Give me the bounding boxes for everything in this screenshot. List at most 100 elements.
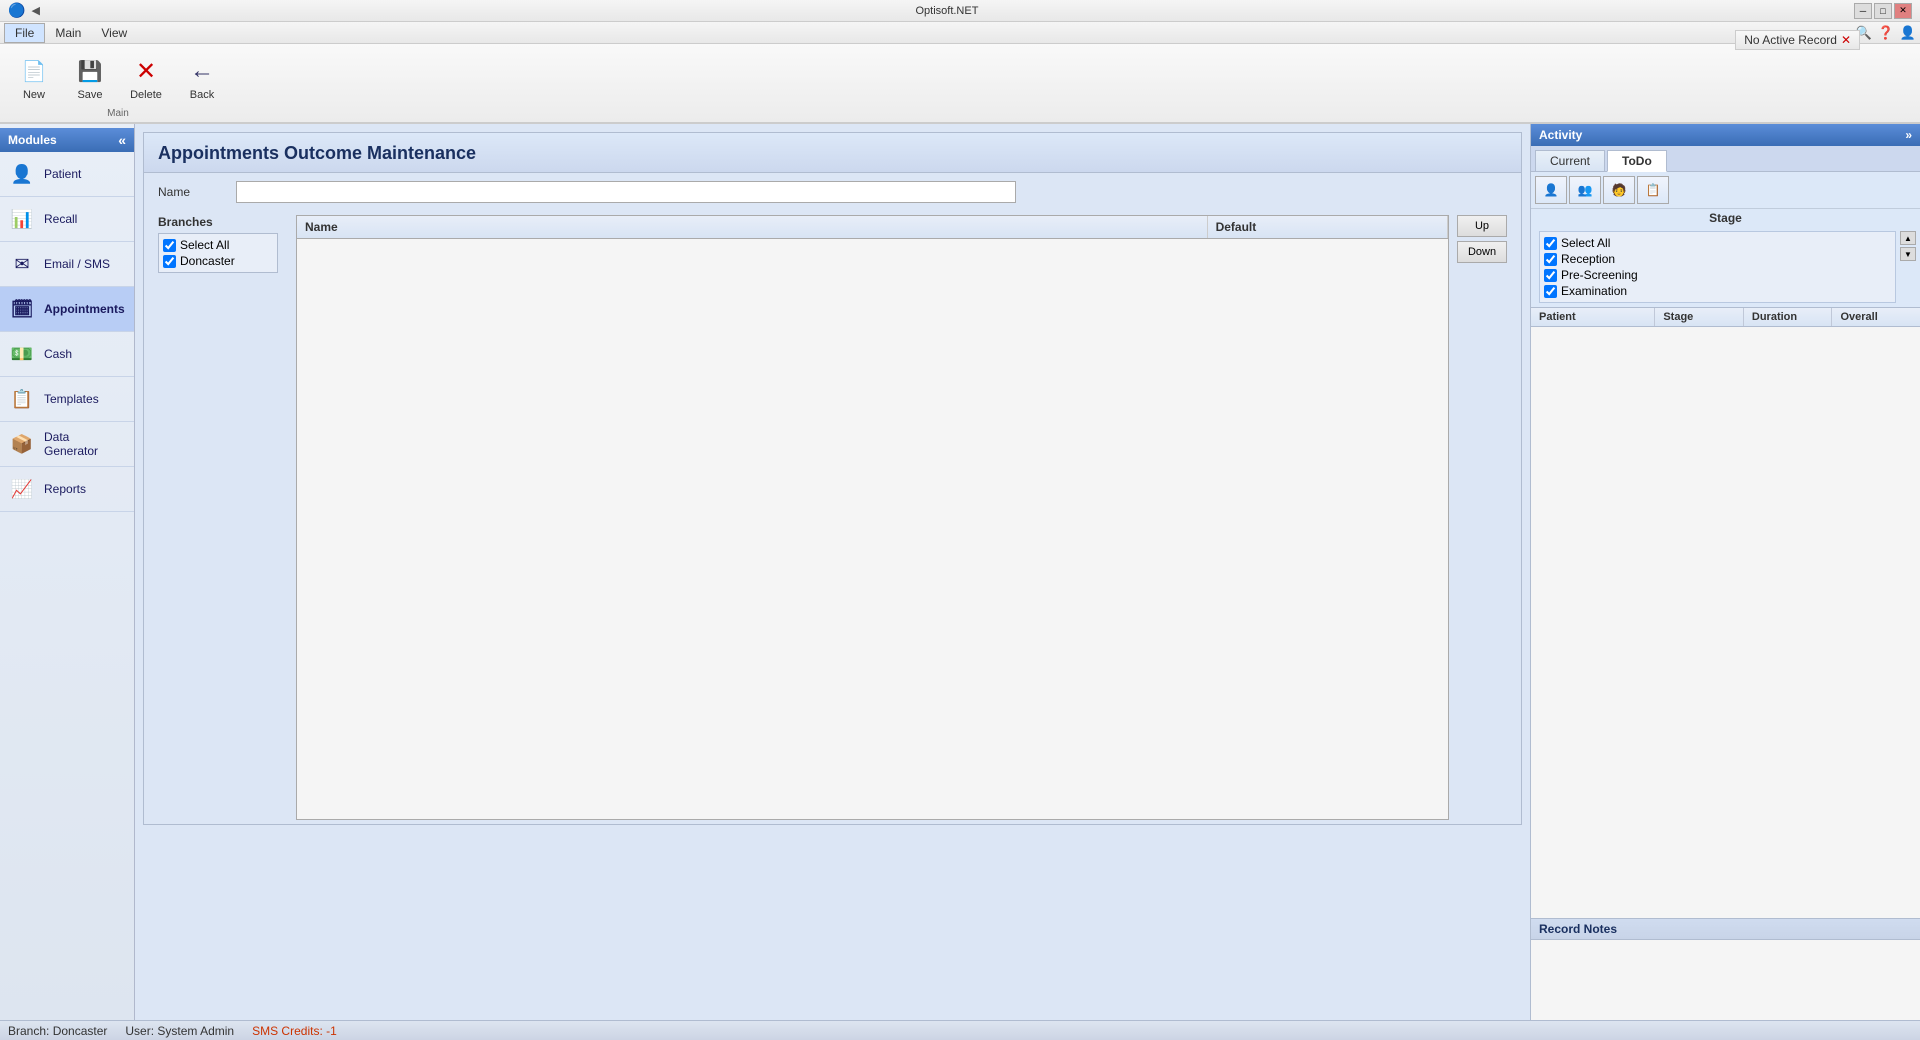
stage-scroll-down[interactable]: ▼ bbox=[1900, 247, 1916, 261]
branch-doncaster-checkbox[interactable] bbox=[163, 255, 176, 268]
main-layout: Modules « 👤 Patient 📊 Recall ✉ Email / S… bbox=[0, 124, 1920, 1020]
email-icon: ✉ bbox=[8, 250, 36, 278]
menu-bar: File Main View 🔍 ❓ 👤 No Active Record ✕ bbox=[0, 22, 1920, 44]
sidebar-item-email-sms[interactable]: ✉ Email / SMS bbox=[0, 242, 134, 287]
branches-section: Branches Select All Doncaster bbox=[158, 215, 288, 820]
sidebar-collapse-icon[interactable]: « bbox=[118, 132, 126, 148]
menu-main[interactable]: Main bbox=[45, 24, 91, 42]
person1-icon: 👤 bbox=[1544, 183, 1559, 197]
activity-person3-button[interactable]: 🧑 bbox=[1603, 176, 1635, 204]
new-button[interactable]: 📄 New bbox=[8, 50, 60, 106]
tab-current[interactable]: Current bbox=[1535, 150, 1605, 171]
status-user: User: System Admin bbox=[125, 1024, 234, 1038]
stage-pre-screening[interactable]: Pre-Screening bbox=[1544, 268, 1891, 282]
minimize-button[interactable]: ─ bbox=[1854, 3, 1872, 19]
activity-panel: Activity » Current ToDo 👤 👥 🧑 📋 bbox=[1530, 124, 1920, 1020]
toolbar: 📄 New 💾 Save ✕ Delete ← Back Main bbox=[0, 44, 1920, 124]
menu-file[interactable]: File bbox=[4, 23, 45, 43]
appointments-icon: 🗓 bbox=[8, 295, 36, 323]
close-button[interactable]: ✕ bbox=[1894, 3, 1912, 19]
name-input[interactable] bbox=[236, 181, 1016, 203]
back-button[interactable]: ← Back bbox=[176, 50, 228, 106]
person3-icon: 🧑 bbox=[1612, 183, 1627, 197]
stage-scroll-up[interactable]: ▲ bbox=[1900, 231, 1916, 245]
no-active-record: No Active Record ✕ bbox=[1735, 30, 1860, 50]
col-default: Default bbox=[1208, 216, 1448, 238]
sidebar-item-appointments[interactable]: 🗓 Appointments bbox=[0, 287, 134, 332]
col-stage: Stage bbox=[1655, 308, 1744, 326]
stage-label: Stage bbox=[1531, 209, 1920, 227]
toolbar-group-label: Main bbox=[8, 108, 228, 119]
recall-icon: 📊 bbox=[8, 205, 36, 233]
col-name: Name bbox=[297, 216, 1208, 238]
activity-person1-button[interactable]: 👤 bbox=[1535, 176, 1567, 204]
stage-reception-checkbox[interactable] bbox=[1544, 253, 1557, 266]
save-button[interactable]: 💾 Save bbox=[64, 50, 116, 106]
status-sms: SMS Credits: -1 bbox=[252, 1024, 337, 1038]
record-notes-body bbox=[1531, 940, 1920, 1020]
reports-icon: 📈 bbox=[8, 475, 36, 503]
record-notes-label: Record Notes bbox=[1531, 919, 1920, 940]
delete-button[interactable]: ✕ Delete bbox=[120, 50, 172, 106]
name-label: Name bbox=[158, 185, 228, 199]
help-icon[interactable]: ❓ bbox=[1878, 25, 1894, 41]
cash-icon: 💵 bbox=[8, 340, 36, 368]
stage-pre-screening-checkbox[interactable] bbox=[1544, 269, 1557, 282]
new-icon: 📄 bbox=[18, 55, 50, 87]
down-button[interactable]: Down bbox=[1457, 241, 1507, 263]
status-branch: Branch: Doncaster bbox=[8, 1024, 107, 1038]
name-row: Name bbox=[144, 173, 1521, 211]
branch-doncaster[interactable]: Doncaster bbox=[163, 254, 273, 268]
maximize-button[interactable]: □ bbox=[1874, 3, 1892, 19]
sidebar-item-recall[interactable]: 📊 Recall bbox=[0, 197, 134, 242]
person2-icon: 👥 bbox=[1578, 183, 1593, 197]
outcomes-table: Name Default bbox=[296, 215, 1449, 820]
sidebar: Modules « 👤 Patient 📊 Recall ✉ Email / S… bbox=[0, 124, 135, 1020]
record-notes-section: Record Notes bbox=[1531, 918, 1920, 1020]
tab-todo[interactable]: ToDo bbox=[1607, 150, 1667, 172]
stage-select-all-checkbox[interactable] bbox=[1544, 237, 1557, 250]
activity-calendar-button[interactable]: 📋 bbox=[1637, 176, 1669, 204]
branches-list: Select All Doncaster bbox=[158, 233, 278, 273]
sidebar-item-data-generator[interactable]: 📦 Data Generator bbox=[0, 422, 134, 467]
patient-icon: 👤 bbox=[8, 160, 36, 188]
col-patient: Patient bbox=[1531, 308, 1655, 326]
status-bar: Branch: Doncaster User: System Admin SMS… bbox=[0, 1020, 1920, 1040]
sidebar-item-reports[interactable]: 📈 Reports bbox=[0, 467, 134, 512]
menu-view[interactable]: View bbox=[91, 24, 137, 42]
up-button[interactable]: Up bbox=[1457, 215, 1507, 237]
data-generator-icon: 📦 bbox=[8, 430, 36, 458]
stage-examination[interactable]: Examination bbox=[1544, 284, 1891, 298]
activity-person2-button[interactable]: 👥 bbox=[1569, 176, 1601, 204]
sidebar-item-templates[interactable]: 📋 Templates bbox=[0, 377, 134, 422]
delete-icon: ✕ bbox=[130, 55, 162, 87]
activity-table-body bbox=[1531, 327, 1920, 918]
activity-icons-row: 👤 👥 🧑 📋 bbox=[1531, 172, 1920, 209]
calendar-icon: 📋 bbox=[1646, 183, 1661, 197]
content-panel: Appointments Outcome Maintenance Name Br… bbox=[143, 132, 1522, 825]
stage-examination-checkbox[interactable] bbox=[1544, 285, 1557, 298]
templates-icon: 📋 bbox=[8, 385, 36, 413]
activity-expand-icon[interactable]: » bbox=[1905, 128, 1912, 142]
branch-select-all[interactable]: Select All bbox=[163, 238, 273, 252]
activity-tabs: Current ToDo bbox=[1531, 146, 1920, 172]
up-down-buttons: Up Down bbox=[1453, 215, 1507, 820]
user-icon[interactable]: 👤 bbox=[1900, 25, 1916, 41]
save-icon: 💾 bbox=[74, 55, 106, 87]
activity-title: Activity bbox=[1539, 128, 1582, 142]
sidebar-header: Modules « bbox=[0, 128, 134, 152]
stage-select-all[interactable]: Select All bbox=[1544, 236, 1891, 250]
page-title: Appointments Outcome Maintenance bbox=[144, 133, 1521, 173]
window-controls[interactable]: ─ □ ✕ bbox=[1854, 3, 1912, 19]
back-icon: ← bbox=[186, 55, 218, 87]
content-area: Appointments Outcome Maintenance Name Br… bbox=[135, 124, 1530, 1020]
branch-select-all-checkbox[interactable] bbox=[163, 239, 176, 252]
activity-header: Activity » bbox=[1531, 124, 1920, 146]
activity-table-header: Patient Stage Duration Overall bbox=[1531, 307, 1920, 327]
close-record-icon[interactable]: ✕ bbox=[1841, 33, 1851, 47]
stage-reception[interactable]: Reception bbox=[1544, 252, 1891, 266]
sidebar-item-patient[interactable]: 👤 Patient bbox=[0, 152, 134, 197]
sidebar-item-cash[interactable]: 💵 Cash bbox=[0, 332, 134, 377]
col-duration: Duration bbox=[1744, 308, 1833, 326]
title-bar: 🔵 ◀ Optisoft.NET ─ □ ✕ bbox=[0, 0, 1920, 22]
